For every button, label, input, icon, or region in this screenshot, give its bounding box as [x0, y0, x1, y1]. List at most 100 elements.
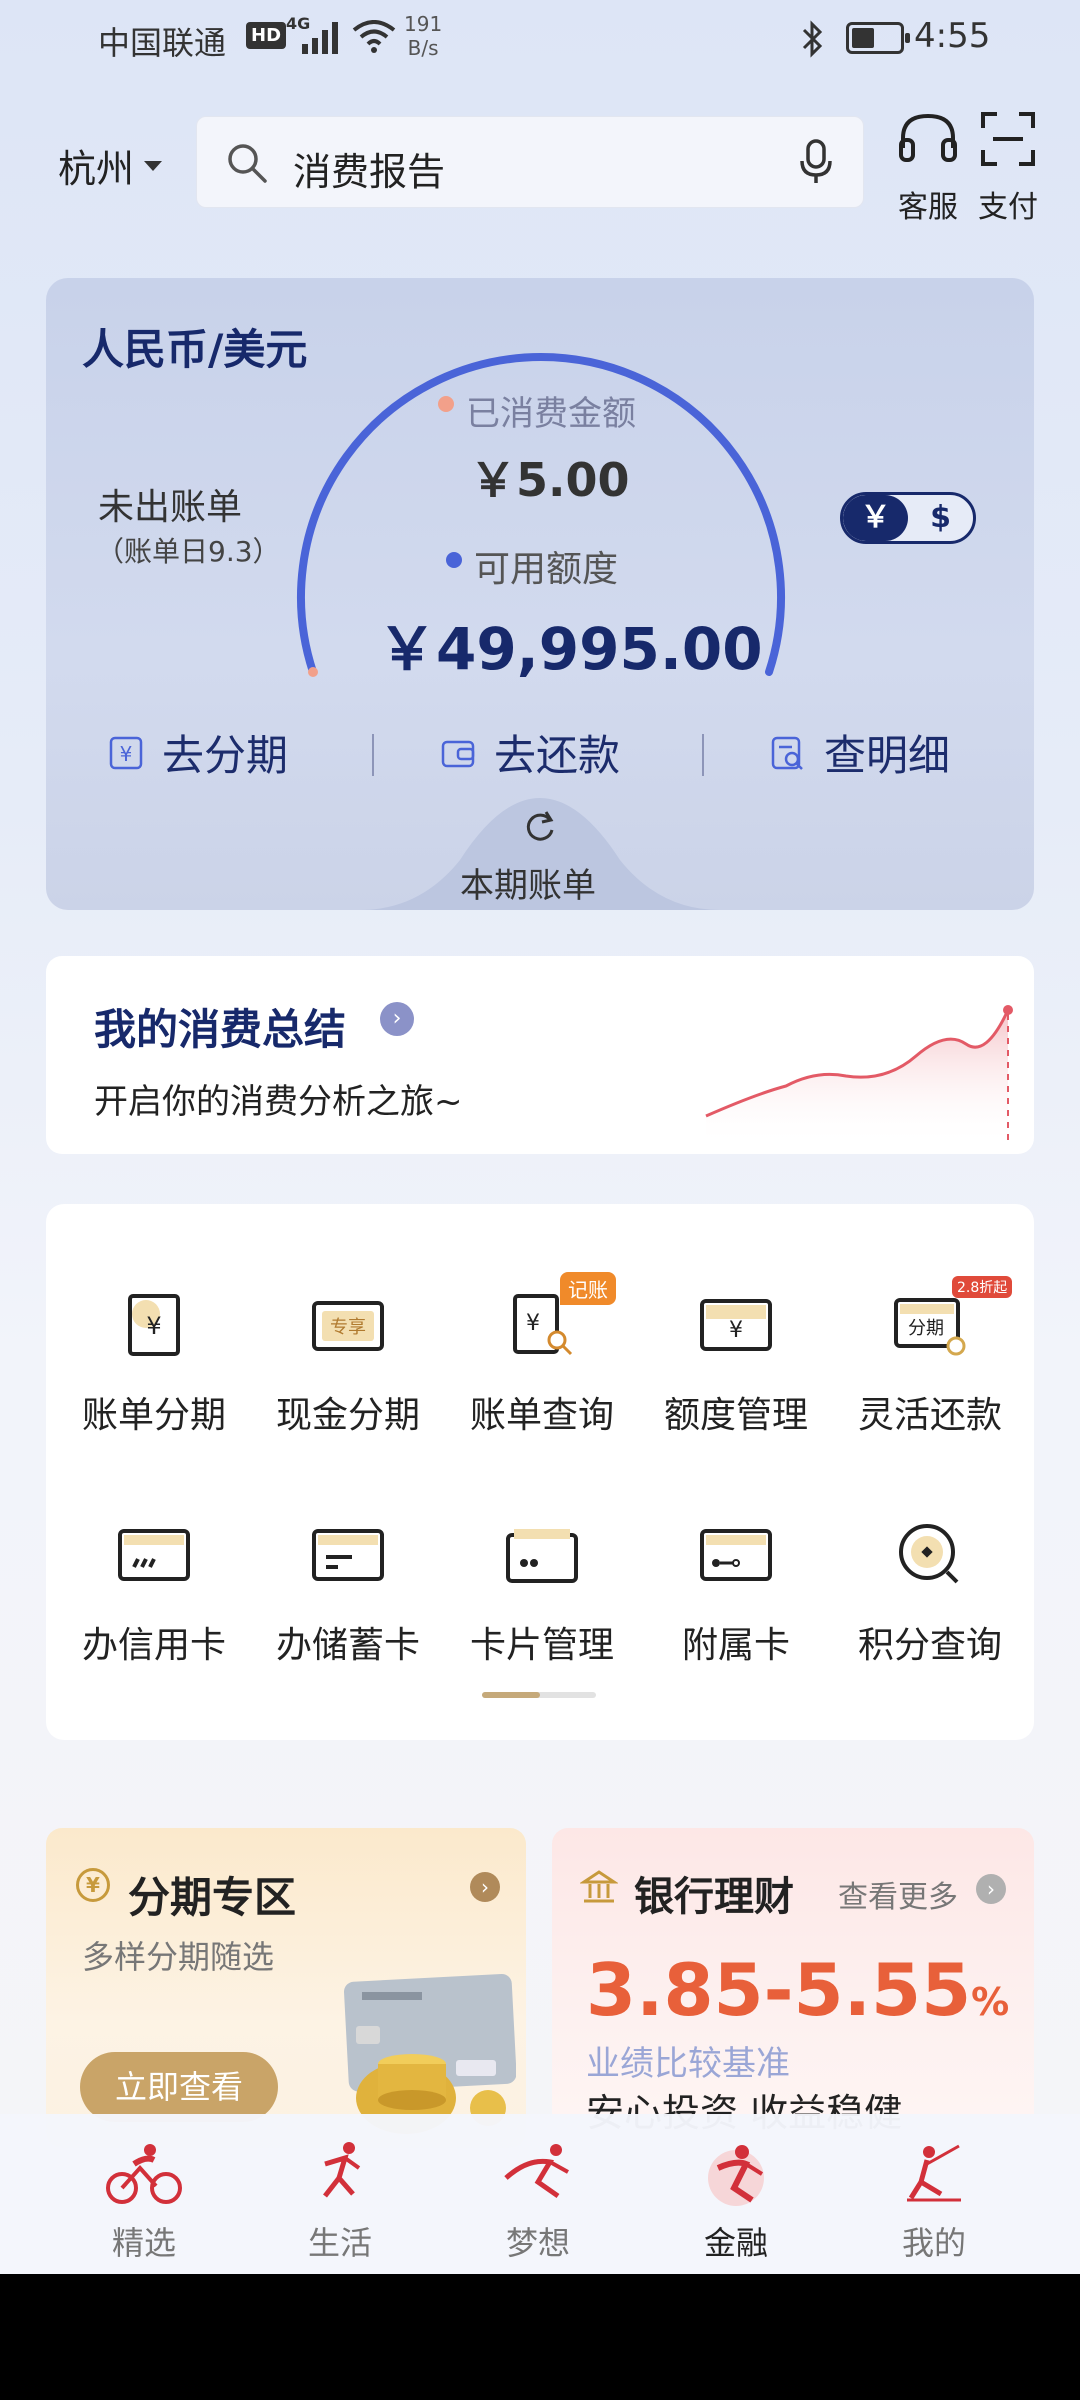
consumed-dot — [438, 396, 454, 412]
menu-label: 额度管理 — [663, 1395, 808, 1436]
wealth-promo-title: 银行理财 — [634, 1874, 794, 1920]
card-management-icon — [506, 1529, 578, 1583]
flexible-repay-badge: 2.8折起 — [952, 1276, 1013, 1298]
installment-icon: ¥ — [109, 736, 143, 769]
bill-installment-icon: ¥ — [128, 1294, 180, 1356]
chevron-right-icon: › — [470, 1872, 500, 1902]
view-more-link[interactable]: 查看更多 — [838, 1872, 958, 1916]
nav-label: 生活 — [307, 2224, 372, 2262]
summary-subtitle: 开启你的消费分析之旅~ — [94, 1082, 463, 1122]
consumed-amount: ￥5.00 — [470, 453, 630, 507]
city-selector[interactable]: 杭州 — [58, 138, 163, 193]
menu-label: 灵活还款 — [857, 1395, 1002, 1436]
card-coins-illustration — [344, 1973, 516, 2134]
cash-installment-tag: 专享 — [330, 1317, 366, 1338]
installment-promo-subtitle: 多样分期随选 — [82, 1938, 275, 1976]
pay-button[interactable]: 支付 — [968, 110, 1048, 226]
currency-toggle[interactable]: ￥ $ — [840, 492, 976, 544]
battery-icon — [846, 22, 910, 54]
yen-icon: ¥ — [76, 1868, 110, 1902]
fencer-icon — [907, 2144, 961, 2202]
menu-label: 积分查询 — [857, 1625, 1002, 1666]
nav-label: 梦想 — [505, 2224, 570, 2262]
svg-text:¥: ¥ — [526, 1311, 540, 1336]
svg-text:¥: ¥ — [120, 742, 133, 766]
menu-label: 卡片管理 — [469, 1625, 614, 1666]
bottom-navigation: 精选 生活 梦想 金融 我的 — [0, 2114, 1080, 2274]
nav-mine[interactable]: 我的 — [874, 2138, 994, 2264]
customer-service-button[interactable]: 客服 — [888, 110, 968, 226]
menu-item-credit-limit[interactable]: ¥ 额度管理 — [638, 1280, 834, 1438]
nav-dream[interactable]: 梦想 — [478, 2138, 598, 2264]
system-navigation-bar — [0, 2274, 1080, 2400]
menu-item-cash-installment[interactable]: 专享 现金分期 — [250, 1280, 446, 1438]
speed-unit: B/s — [407, 36, 439, 60]
currency-usd-option[interactable]: $ — [908, 495, 973, 541]
search-icon — [228, 144, 267, 183]
cyclist-icon — [106, 2144, 182, 2204]
refresh-icon — [526, 811, 554, 841]
runner-icon — [323, 2142, 361, 2198]
wealth-rate-unit: % — [971, 1980, 1010, 2024]
wealth-rate-value: 3.85-5.55 — [586, 1948, 972, 2032]
menu-item-bill-query[interactable]: ¥ 记账 账单查询 — [444, 1272, 640, 1438]
status-bar: 中国联通 HD 4G 191 B/s 4:55 — [0, 0, 1080, 80]
svg-text:¥: ¥ — [729, 1318, 743, 1343]
installment-label: 去分期 — [162, 731, 289, 780]
flexible-repay-icon: 分期 — [894, 1298, 966, 1356]
bluetooth-icon — [802, 20, 823, 58]
wealth-rate: 3.85-5.55% — [586, 1948, 1009, 2032]
bill-query-badge: 记账 — [560, 1272, 616, 1305]
caret-down-icon — [144, 160, 163, 171]
menu-item-apply-debit-card[interactable]: 办储蓄卡 — [250, 1510, 446, 1668]
nav-label: 金融 — [703, 2224, 768, 2262]
headset-icon — [899, 113, 957, 162]
wallet-icon — [441, 740, 475, 767]
detail-button[interactable]: 查明细 — [770, 722, 950, 783]
repay-button[interactable]: 去还款 — [440, 722, 620, 783]
wealth-promo-card[interactable]: 银行理财 查看更多 › 3.85-5.55% 业绩比较基准 安心投资 收益稳健 — [552, 1828, 1034, 2148]
signal-icon — [302, 22, 338, 54]
carrier-label: 中国联通 — [98, 24, 227, 62]
currency-cny-option[interactable]: ￥ — [843, 495, 908, 541]
cash-installment-icon: 专享 — [312, 1301, 384, 1351]
available-dot — [446, 552, 462, 568]
installment-button[interactable]: ¥ 去分期 — [108, 722, 288, 783]
screen: 中国联通 HD 4G 191 B/s 4:55 杭州 消费报告 客服 支付 人民… — [0, 0, 1080, 2274]
menu-item-apply-credit-card[interactable]: 办信用卡 — [56, 1510, 252, 1668]
summary-title: 我的消费总结 — [94, 1005, 347, 1054]
menu-item-flexible-repay[interactable]: 分期 2.8折起 灵活还款 — [832, 1276, 1028, 1438]
consumption-summary-card[interactable]: 我的消费总结 › 开启你的消费分析之旅~ — [46, 956, 1034, 1154]
detail-label: 查明细 — [824, 731, 951, 780]
chevron-right-icon: › — [380, 1002, 414, 1036]
microphone-icon[interactable] — [799, 139, 833, 185]
pay-label: 支付 — [978, 190, 1038, 225]
installment-promo-card[interactable]: ¥ 分期专区 › 多样分期随选 立即查看 — [46, 1828, 526, 2148]
nav-label: 精选 — [111, 2224, 176, 2262]
nav-featured[interactable]: 精选 — [84, 2138, 204, 2264]
nav-finance[interactable]: 金融 — [676, 2138, 796, 2264]
supplementary-card-icon — [700, 1529, 772, 1581]
menu-label: 办储蓄卡 — [275, 1625, 420, 1666]
city-label: 杭州 — [58, 147, 135, 191]
menu-page-indicator — [482, 1692, 596, 1698]
menu-item-card-management[interactable]: 卡片管理 — [444, 1510, 640, 1668]
current-bill-tab[interactable]: 本期账单 — [460, 858, 596, 907]
svg-text:¥: ¥ — [146, 1312, 161, 1340]
search-text: 消费报告 — [293, 150, 446, 194]
credit-card-panel: 人民币/美元 未出账单 （账单日9.3） 已消费金额 ￥5.00 可用额度 ￥4… — [46, 278, 1034, 910]
apply-credit-card-icon — [118, 1529, 190, 1581]
divider — [372, 734, 374, 776]
menu-item-points-query[interactable]: 积分查询 — [832, 1510, 1028, 1668]
available-label: 可用额度 — [474, 549, 619, 590]
search-bar[interactable]: 消费报告 — [196, 116, 864, 208]
nav-life[interactable]: 生活 — [280, 2138, 400, 2264]
view-now-button[interactable]: 立即查看 — [80, 2052, 278, 2122]
menu-item-supplementary-card[interactable]: 附属卡 — [638, 1510, 834, 1668]
nav-label: 我的 — [901, 2224, 966, 2262]
points-query-icon — [899, 1524, 959, 1584]
wealth-rate-desc: 业绩比较基准 — [586, 2044, 790, 2084]
trend-illustration — [705, 1005, 1013, 1146]
athlete-icon — [504, 2144, 569, 2199]
menu-item-bill-installment[interactable]: ¥ 账单分期 — [56, 1280, 252, 1438]
